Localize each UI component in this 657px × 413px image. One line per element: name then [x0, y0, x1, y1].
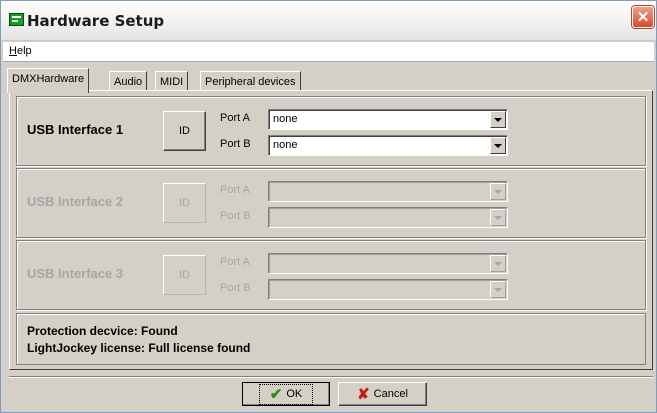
tab-audio[interactable]: Audio: [109, 71, 148, 92]
hardware-setup-window: Hardware Setup ✕ Help DMXHardware Audio …: [0, 0, 657, 413]
usb-interface-2-port-b-select: [268, 207, 508, 228]
ok-button[interactable]: ✔ OK: [242, 382, 330, 406]
check-icon: ✔: [269, 385, 283, 403]
app-icon: [9, 13, 24, 26]
license-status: LightJockey license: Full license found: [27, 341, 251, 355]
usb-interface-2-id-button: ID: [163, 183, 206, 223]
menu-help-mnemonic: H: [9, 45, 17, 57]
usb-interface-2-port-a-dropdown-button: [490, 183, 506, 200]
title-bar[interactable]: Hardware Setup ✕: [1, 1, 656, 41]
usb-interface-1-port-a-label: Port A: [220, 112, 250, 124]
protection-device-status: Protection decvice: Found: [27, 324, 178, 338]
usb-interface-1-label: USB Interface 1: [27, 122, 124, 137]
usb-interface-2-label: USB Interface 2: [27, 194, 124, 209]
usb-interface-1-id-button[interactable]: ID: [163, 111, 206, 151]
usb-interface-3-port-a-select: [268, 253, 508, 274]
chevron-down-icon: [494, 189, 502, 194]
usb-interface-2-port-b-dropdown-button: [490, 209, 506, 226]
menu-bar: Help: [3, 42, 654, 62]
window-title: Hardware Setup: [27, 12, 165, 30]
cancel-button[interactable]: ✘ Cancel: [338, 382, 427, 406]
usb-interface-1-port-b-label: Port B: [220, 138, 251, 150]
usb-interface-3-port-b-dropdown-button: [490, 281, 506, 298]
usb-interface-1-port-b-select[interactable]: none: [268, 135, 508, 156]
close-button[interactable]: ✕: [632, 6, 654, 28]
close-icon: ✕: [636, 9, 650, 26]
cross-icon: ✘: [357, 385, 370, 403]
usb-interface-1-port-b-value: none: [273, 139, 298, 151]
usb-interface-1-section: USB Interface 1 ID Port A none Port B no…: [16, 96, 646, 166]
usb-interface-1-port-a-dropdown-button[interactable]: [490, 111, 506, 128]
ok-button-label: OK: [286, 388, 303, 400]
usb-interface-2-port-a-select: [268, 181, 508, 202]
ok-button-focus: ✔ OK: [258, 383, 314, 405]
usb-interface-3-port-a-dropdown-button: [490, 255, 506, 272]
license-info-box: Protection decvice: Found LightJockey li…: [16, 313, 646, 365]
dmxhardware-panel: USB Interface 1 ID Port A none Port B no…: [9, 90, 653, 370]
usb-interface-1-port-a-select[interactable]: none: [268, 109, 508, 130]
usb-interface-2-port-a-label: Port A: [220, 184, 250, 196]
usb-interface-3-port-b-label: Port B: [220, 282, 251, 294]
chevron-down-icon: [494, 143, 502, 148]
usb-interface-2-section: USB Interface 2 ID Port A Port B: [16, 168, 646, 238]
usb-interface-3-section: USB Interface 3 ID Port A Port B: [16, 240, 646, 310]
usb-interface-3-port-a-label: Port A: [220, 256, 250, 268]
footer-divider: [9, 376, 653, 377]
chevron-down-icon: [494, 287, 502, 292]
tab-peripheral-devices[interactable]: Peripheral devices: [200, 71, 301, 92]
menu-help[interactable]: Help: [9, 45, 32, 57]
usb-interface-1-port-a-value: none: [273, 113, 298, 125]
chevron-down-icon: [494, 117, 502, 122]
cancel-button-label: Cancel: [373, 388, 408, 400]
tab-midi[interactable]: MIDI: [155, 71, 189, 92]
usb-interface-3-id-button: ID: [163, 255, 206, 295]
usb-interface-3-port-b-select: [268, 279, 508, 300]
usb-interface-1-port-b-dropdown-button[interactable]: [490, 137, 506, 154]
chevron-down-icon: [494, 215, 502, 220]
usb-interface-2-port-b-label: Port B: [220, 210, 251, 222]
tab-dmxhardware[interactable]: DMXHardware: [7, 68, 90, 93]
menu-help-rest: elp: [16, 45, 32, 57]
chevron-down-icon: [494, 261, 502, 266]
usb-interface-3-label: USB Interface 3: [27, 266, 124, 281]
